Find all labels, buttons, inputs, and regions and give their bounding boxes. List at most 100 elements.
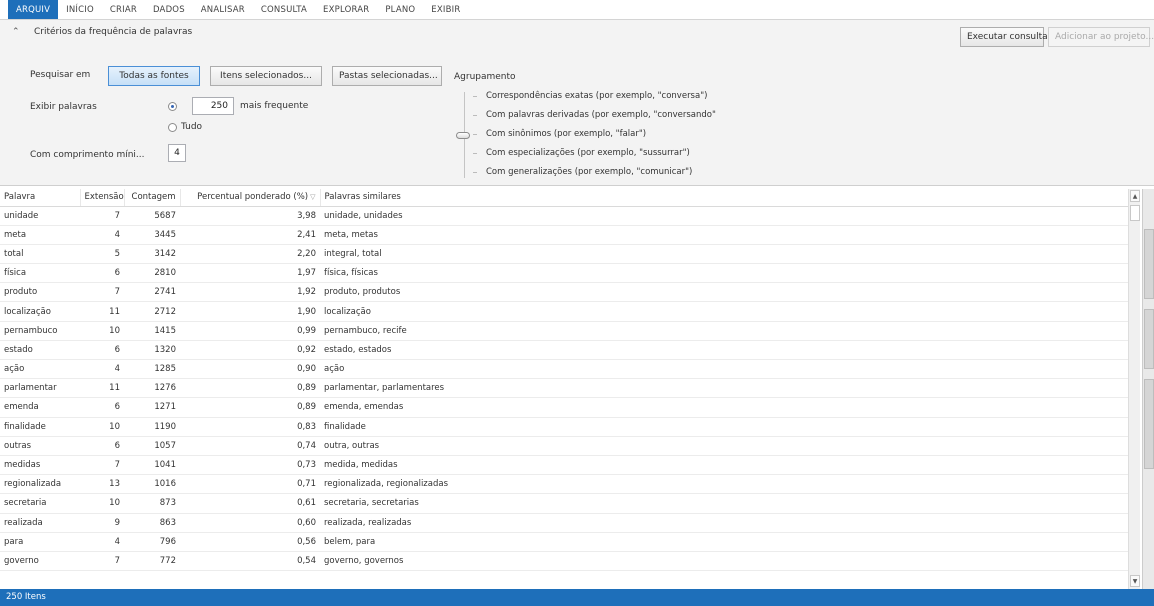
scroll-down-icon[interactable]: ▼ bbox=[1130, 575, 1140, 587]
add-to-project-button[interactable]: Adicionar ao projeto... bbox=[1048, 27, 1154, 47]
cell-similar-words: ação bbox=[320, 359, 1128, 380]
all-sources-button[interactable]: Todas as fontes bbox=[108, 66, 200, 86]
table-row[interactable]: finalidade 10 1190 0,83 finalidade bbox=[0, 417, 1128, 437]
scroll-thumb[interactable] bbox=[1130, 205, 1140, 221]
cell-weighted-percent: 0,61 bbox=[180, 493, 320, 514]
cell-word: parlamentar bbox=[0, 378, 80, 399]
column-header-word[interactable]: Palavra bbox=[0, 189, 81, 207]
cell-weighted-percent: 1,90 bbox=[180, 301, 320, 322]
cell-length: 13 bbox=[80, 474, 124, 495]
cell-weighted-percent: 1,92 bbox=[180, 282, 320, 303]
table-row[interactable]: pernambuco 10 1415 0,99 pernambuco, recife bbox=[0, 321, 1128, 341]
table-row[interactable]: localização 11 2712 1,90 localização bbox=[0, 301, 1128, 322]
cell-length: 7 bbox=[80, 206, 124, 226]
table-row[interactable]: física 6 2810 1,97 física, físicas bbox=[0, 263, 1128, 284]
menu-analisar[interactable]: ANALISAR bbox=[193, 0, 253, 19]
table-row[interactable]: parlamentar 11 1276 0,89 parlamentar, parlam… bbox=[0, 378, 1128, 399]
all-words-radio[interactable] bbox=[168, 123, 177, 132]
column-header-weighted-percent[interactable]: Percentual ponderado (%) ▽ bbox=[180, 189, 321, 207]
word-count-input[interactable]: 250 bbox=[192, 97, 234, 115]
table-row[interactable]: governo 7 772 0,54 governo, governos bbox=[0, 551, 1128, 572]
slider-tick bbox=[473, 115, 477, 116]
column-header-length[interactable]: Extensão bbox=[80, 189, 125, 207]
show-words-label: Exibir palavras bbox=[30, 102, 97, 112]
table-row[interactable]: medidas 7 1041 0,73 medida, medidas bbox=[0, 455, 1128, 476]
scroll-up-icon[interactable]: ▲ bbox=[1130, 190, 1140, 202]
cell-length: 10 bbox=[80, 321, 124, 341]
cell-count: 1041 bbox=[124, 455, 180, 476]
slider-tick bbox=[473, 134, 477, 135]
table-row[interactable]: estado 6 1320 0,92 estado, estados bbox=[0, 340, 1128, 361]
side-panel-strip bbox=[1142, 189, 1154, 589]
table-row[interactable]: outras 6 1057 0,74 outra, outras bbox=[0, 436, 1128, 456]
cell-count: 1276 bbox=[124, 378, 180, 399]
table-row[interactable]: regionalizada 13 1016 0,71 regionalizada, re… bbox=[0, 474, 1128, 495]
cell-length: 6 bbox=[80, 436, 124, 456]
cell-similar-words: medida, medidas bbox=[320, 455, 1128, 476]
menu-explorar[interactable]: EXPLORAR bbox=[315, 0, 377, 19]
cell-length: 4 bbox=[80, 359, 124, 380]
grouping-option-synonyms[interactable]: Com sinônimos (por exemplo, "falar") bbox=[486, 129, 646, 139]
slider-tick bbox=[473, 96, 477, 97]
table-row[interactable]: total 5 3142 2,20 integral, total bbox=[0, 244, 1128, 265]
min-length-label: Com comprimento míni... bbox=[30, 150, 145, 160]
menu-criar[interactable]: CRIAR bbox=[102, 0, 145, 19]
table-row[interactable]: unidade 7 5687 3,98 unidade, unidades bbox=[0, 206, 1128, 226]
table-row[interactable]: produto 7 2741 1,92 produto, produtos bbox=[0, 282, 1128, 303]
cell-word: emenda bbox=[0, 397, 80, 418]
cell-count: 796 bbox=[124, 532, 180, 552]
grouping-option-specializations[interactable]: Com especializações (por exemplo, "sussu… bbox=[486, 148, 690, 158]
side-tab[interactable] bbox=[1144, 229, 1154, 299]
table-row[interactable]: ação 4 1285 0,90 ação bbox=[0, 359, 1128, 380]
most-frequent-radio[interactable] bbox=[168, 102, 177, 111]
menu-exibir[interactable]: EXIBIR bbox=[423, 0, 468, 19]
cell-word: finalidade bbox=[0, 417, 80, 437]
table-row[interactable]: realizada 9 863 0,60 realizada, realizadas bbox=[0, 513, 1128, 533]
table-row[interactable]: emenda 6 1271 0,89 emenda, emendas bbox=[0, 397, 1128, 418]
table-row[interactable]: para 4 796 0,56 belem, para bbox=[0, 532, 1128, 552]
cell-count: 2712 bbox=[124, 301, 180, 322]
cell-word: pernambuco bbox=[0, 321, 80, 341]
menu-dados[interactable]: DADOS bbox=[145, 0, 193, 19]
search-in-label: Pesquisar em bbox=[30, 70, 91, 80]
min-length-input[interactable]: 4 bbox=[168, 144, 186, 162]
cell-weighted-percent: 3,98 bbox=[180, 206, 320, 226]
column-header-count[interactable]: Contagem bbox=[124, 189, 181, 207]
menu-consulta[interactable]: CONSULTA bbox=[253, 0, 315, 19]
cell-weighted-percent: 0,74 bbox=[180, 436, 320, 456]
cell-similar-words: produto, produtos bbox=[320, 282, 1128, 303]
cell-length: 10 bbox=[80, 417, 124, 437]
selected-folders-button[interactable]: Pastas selecionadas... bbox=[332, 66, 442, 86]
grouping-option-stemmed[interactable]: Com palavras derivadas (por exemplo, "co… bbox=[486, 110, 716, 120]
cell-length: 4 bbox=[80, 532, 124, 552]
cell-length: 7 bbox=[80, 455, 124, 476]
grouping-option-generalizations[interactable]: Com generalizações (por exemplo, "comuni… bbox=[486, 167, 692, 177]
cell-word: secretaria bbox=[0, 493, 80, 514]
cell-similar-words: estado, estados bbox=[320, 340, 1128, 361]
cell-weighted-percent: 0,60 bbox=[180, 513, 320, 533]
side-tab[interactable] bbox=[1144, 309, 1154, 369]
run-query-button[interactable]: Executar consulta bbox=[960, 27, 1048, 47]
collapse-icon[interactable]: ⌃ bbox=[12, 27, 24, 37]
cell-word: medidas bbox=[0, 455, 80, 476]
selected-items-button[interactable]: Itens selecionados... bbox=[210, 66, 322, 86]
grouping-slider-thumb[interactable] bbox=[456, 132, 470, 139]
cell-length: 9 bbox=[80, 513, 124, 533]
grouping-option-exact[interactable]: Correspondências exatas (por exemplo, "c… bbox=[486, 91, 707, 101]
menu-inicio[interactable]: INÍCIO bbox=[58, 0, 102, 19]
side-tab[interactable] bbox=[1144, 379, 1154, 469]
menu-arquivo[interactable]: ARQUIV bbox=[8, 0, 59, 19]
vertical-scrollbar[interactable]: ▲ ▼ bbox=[1128, 189, 1140, 589]
sort-icon: ▽ bbox=[310, 193, 316, 202]
cell-length: 4 bbox=[80, 225, 124, 245]
table-row[interactable]: secretaria 10 873 0,61 secretaria, secretari… bbox=[0, 493, 1128, 514]
table-row[interactable]: meta 4 3445 2,41 meta, metas bbox=[0, 225, 1128, 245]
cell-count: 772 bbox=[124, 551, 180, 572]
column-header-similar-words[interactable]: Palavras similares bbox=[320, 189, 1129, 207]
cell-length: 6 bbox=[80, 263, 124, 284]
cell-word: outras bbox=[0, 436, 80, 456]
menu-plano[interactable]: PLANO bbox=[377, 0, 423, 19]
cell-weighted-percent: 0,56 bbox=[180, 532, 320, 552]
most-frequent-label: mais frequente bbox=[240, 101, 309, 111]
cell-word: meta bbox=[0, 225, 80, 245]
